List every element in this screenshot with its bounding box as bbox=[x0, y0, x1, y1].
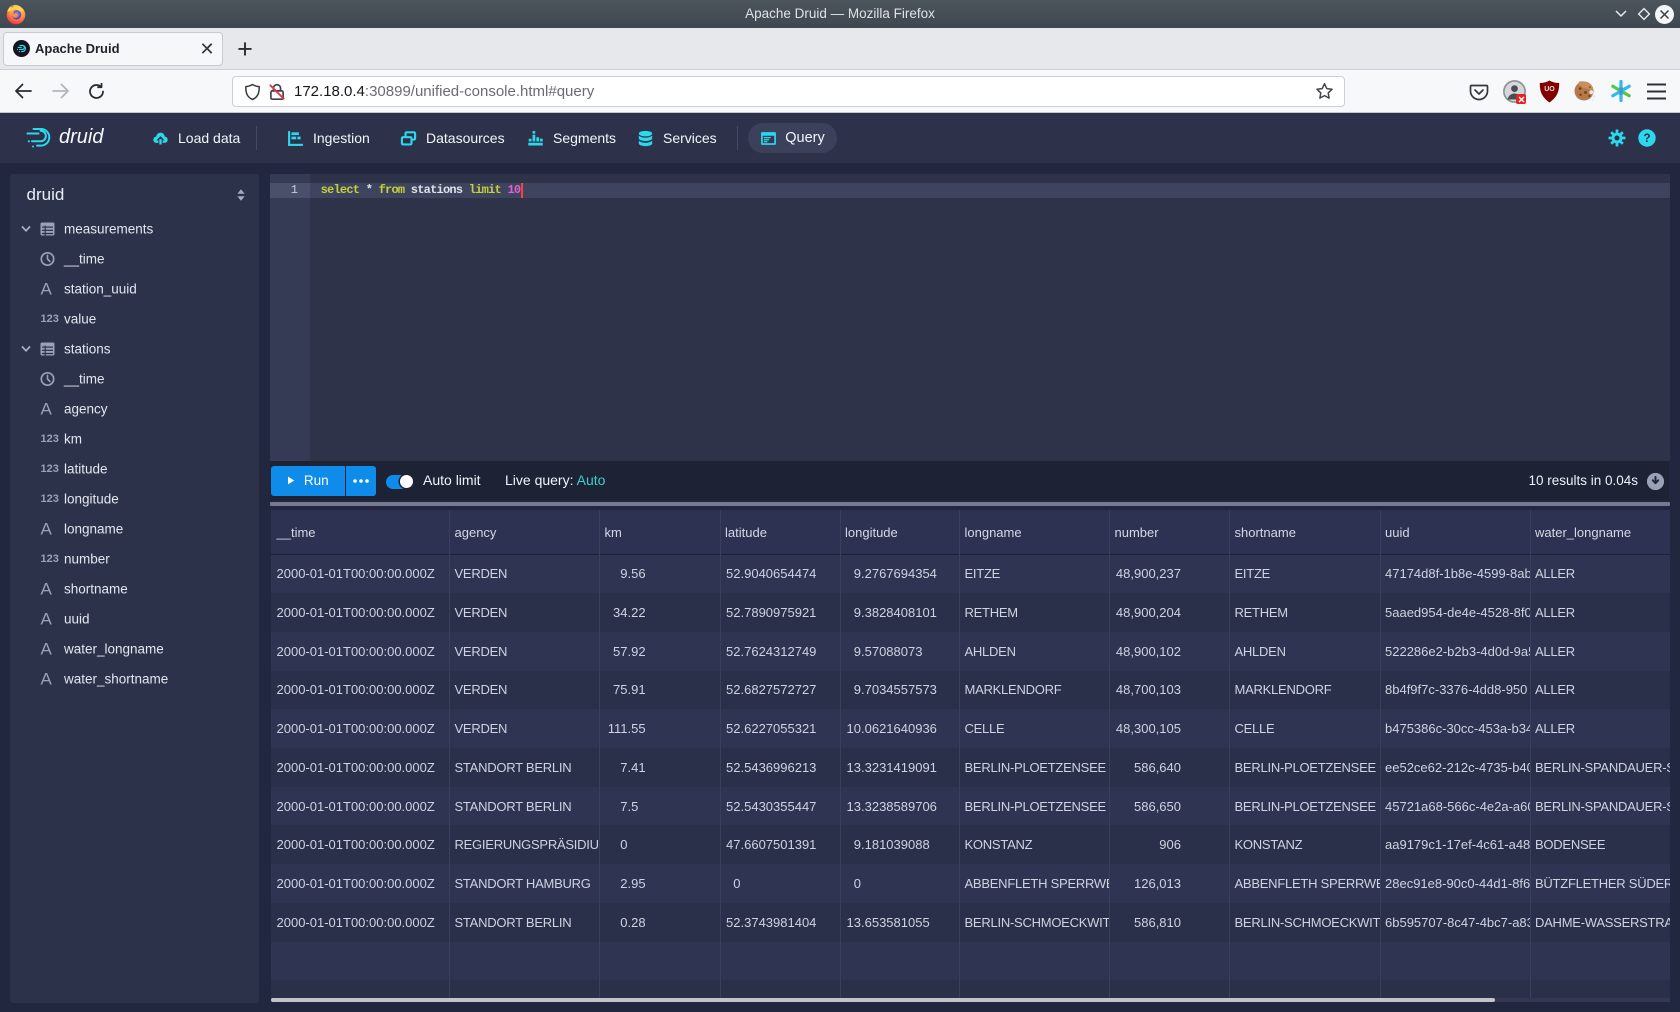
svg-text:?: ? bbox=[1643, 133, 1650, 145]
svg-text:UO: UO bbox=[1544, 86, 1555, 93]
